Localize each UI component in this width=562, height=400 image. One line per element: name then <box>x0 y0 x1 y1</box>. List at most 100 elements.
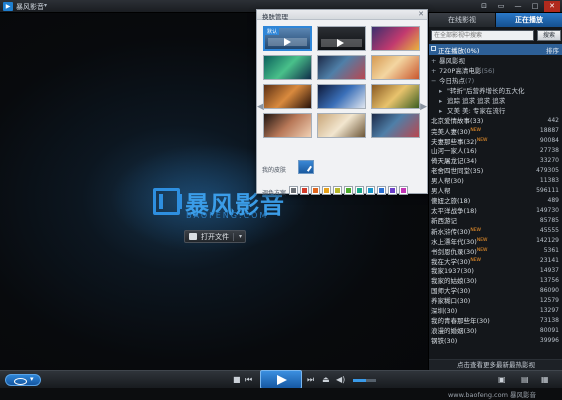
custom-skin-button[interactable] <box>298 160 314 174</box>
expand-toggle-icon[interactable]: − <box>431 76 439 86</box>
color-swatch[interactable] <box>388 186 397 195</box>
list-item[interactable]: 新水浒传(30)NEW 45555 <box>429 226 562 236</box>
maximize-button[interactable]: □ <box>527 1 543 12</box>
play-button[interactable] <box>260 370 302 389</box>
tab-online-video[interactable]: 在线影视 <box>429 13 496 27</box>
expand-toggle-icon[interactable]: ▸ <box>439 106 447 116</box>
list-item[interactable]: 养家糊口(30) 12579 <box>429 296 562 306</box>
list-item[interactable]: 新西游记 85785 <box>429 216 562 226</box>
skin-thumb-7[interactable] <box>263 84 312 109</box>
skin-thumb-5[interactable] <box>317 55 366 80</box>
list-item[interactable]: 太平洋战争(18) 149730 <box>429 206 562 216</box>
color-swatch[interactable] <box>311 186 320 195</box>
expand-toggle-icon[interactable]: ▸ <box>439 96 447 106</box>
list-item[interactable]: 我家1937(30) 14937 <box>429 266 562 276</box>
list-item[interactable]: 夫妻那些事(32)NEW 90084 <box>429 136 562 146</box>
expand-toggle-icon[interactable]: + <box>431 66 439 76</box>
video-title: 男人帮 <box>431 187 451 195</box>
tree-node[interactable]: − 今日热点(7) <box>429 76 562 86</box>
tree-node[interactable]: ▸ 又美 美: 专家在流行 <box>429 106 562 116</box>
expand-icon[interactable] <box>431 46 436 51</box>
eject-icon[interactable]: ⏏ <box>322 374 330 386</box>
color-swatch[interactable] <box>322 186 331 195</box>
list-item[interactable]: 我家的姑娘(30) 13756 <box>429 276 562 286</box>
color-swatch[interactable] <box>377 186 386 195</box>
skin-thumb-11[interactable] <box>317 113 366 138</box>
open-file-button[interactable]: 打开文件 ▾ <box>184 230 246 243</box>
list-item[interactable]: 深圳(30) 13297 <box>429 306 562 316</box>
list-item[interactable]: 钢铁(30) 39996 <box>429 336 562 346</box>
list-item[interactable]: 老舍四世同堂(35) 479305 <box>429 166 562 176</box>
main-menu-arrow-icon[interactable]: ▾ <box>44 2 47 9</box>
tab-now-playing[interactable]: 正在播放 <box>496 13 562 27</box>
list-item[interactable]: 北京爱情故事(33) 442 <box>429 116 562 126</box>
search-button[interactable]: 搜索 <box>537 30 561 41</box>
now-playing-row[interactable]: 正在播放(0%) 排序 <box>429 44 562 55</box>
close-button[interactable]: ✕ <box>544 1 560 12</box>
list-item[interactable]: 水上漂年代(30)NEW 142129 <box>429 236 562 246</box>
skin-thumb-8[interactable] <box>317 84 366 109</box>
more-videos-link[interactable]: 点击查看更多最新最热影视 <box>429 359 562 370</box>
view-count: 142129 <box>536 237 559 244</box>
playlist-toggle-icon[interactable]: ▤ <box>521 374 529 386</box>
tree-node-count: (56) <box>481 67 495 75</box>
tree-node-label: 暴风影视 <box>439 57 465 65</box>
color-swatch[interactable] <box>344 186 353 195</box>
list-item[interactable]: 完美人妻(30)NEW 18887 <box>429 126 562 136</box>
color-swatch[interactable] <box>333 186 342 195</box>
stop-button[interactable]: ■ <box>233 374 241 386</box>
volume-slider[interactable] <box>353 379 376 382</box>
skin-thumb-3[interactable] <box>371 26 420 51</box>
mini-mode-icon[interactable]: ▭ <box>493 1 509 12</box>
list-item[interactable]: 书剑恩仇录(30)NEW 5361 <box>429 246 562 256</box>
skin-thumb-4[interactable] <box>263 55 312 80</box>
tree-node[interactable]: ▸ "转折"后营养增长的五大化 <box>429 86 562 96</box>
view-count: 14937 <box>539 267 559 274</box>
video-title: 钢铁(30) <box>431 337 458 345</box>
expand-toggle-icon[interactable]: + <box>431 56 439 66</box>
list-item[interactable]: 男人帮 596111 <box>429 186 562 196</box>
sort-button[interactable]: 排序 <box>546 45 559 55</box>
color-swatch[interactable] <box>300 186 309 195</box>
list-item[interactable]: 国师大学(30) 86090 <box>429 286 562 296</box>
tree-node[interactable]: + 暴风影视 <box>429 56 562 66</box>
list-item[interactable]: 我的青春那些年(30) 73138 <box>429 316 562 326</box>
open-file-dropdown-icon[interactable]: ▾ <box>239 233 242 240</box>
list-item[interactable]: 傻妞之旅(18) 489 <box>429 196 562 206</box>
minimize-button[interactable]: — <box>510 1 526 12</box>
previous-button[interactable]: ⏮ <box>245 374 252 386</box>
list-item[interactable]: 我在大学(30)NEW 23141 <box>429 256 562 266</box>
color-swatch[interactable] <box>289 186 298 195</box>
tree-node[interactable]: +720P高清电影(56) <box>429 66 562 76</box>
volume-icon[interactable]: ◀) <box>336 374 345 386</box>
list-item[interactable]: 男人帮(30) 11383 <box>429 176 562 186</box>
view-count: 5361 <box>543 247 559 254</box>
eye-protect-icon[interactable] <box>5 374 41 386</box>
toolbox-icon[interactable]: ▣ <box>498 374 506 386</box>
tree-node[interactable]: ▸ 追踪 追求 追求 追求 <box>429 96 562 106</box>
list-item[interactable]: 浪漫的婚姻(30) 80091 <box>429 326 562 336</box>
app-logo-icon[interactable]: ▶ <box>3 2 13 11</box>
skin-icon[interactable]: ⊡ <box>476 1 492 12</box>
list-item[interactable]: 倚天屠龙记(34) 33270 <box>429 156 562 166</box>
next-button[interactable]: ⏭ <box>307 374 314 386</box>
view-count: 12579 <box>539 297 559 304</box>
color-swatch[interactable] <box>366 186 375 195</box>
search-row: 搜索 <box>431 30 561 41</box>
close-icon[interactable]: ✕ <box>418 10 424 18</box>
color-swatch[interactable] <box>399 186 408 195</box>
skin-thumb-6[interactable] <box>371 55 420 80</box>
skin-thumb-default[interactable]: 默认 <box>263 26 312 51</box>
hd-icon[interactable]: ▦ <box>541 374 549 386</box>
folder-icon <box>189 233 197 240</box>
expand-toggle-icon[interactable]: ▸ <box>439 86 447 96</box>
skin-thumb-10[interactable] <box>263 113 312 138</box>
color-swatch[interactable] <box>355 186 364 195</box>
search-input[interactable] <box>431 30 534 41</box>
list-item[interactable]: 山河一家人(16) 27738 <box>429 146 562 156</box>
video-title: 国师大学(30) <box>431 287 471 295</box>
video-title: 新西游记 <box>431 217 457 225</box>
skin-thumb-9[interactable] <box>371 84 420 109</box>
skin-thumb-12[interactable] <box>371 113 420 138</box>
skin-thumb-dark[interactable] <box>317 26 366 51</box>
